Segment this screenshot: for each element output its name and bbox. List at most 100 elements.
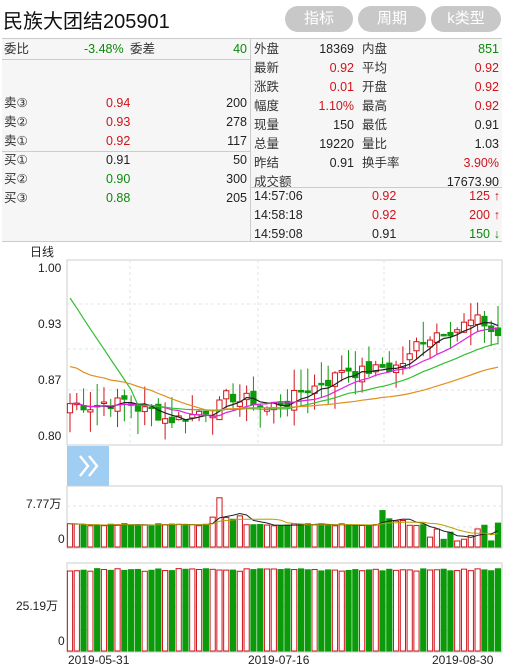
oi-bar [297, 568, 305, 652]
volume-bar [420, 524, 427, 548]
volume-bar [229, 518, 237, 548]
oi-bar [250, 569, 257, 652]
ask-label: 卖② [4, 115, 28, 129]
oi-bar [365, 569, 373, 652]
bid-row[interactable]: 买① 0.91 50 [4, 151, 248, 170]
oi-bar [257, 568, 264, 652]
volume-bar [311, 524, 318, 548]
oi-bar [488, 570, 495, 652]
volume-bar [488, 540, 495, 548]
volume-bar [182, 524, 189, 548]
stat-value: 0.92 [329, 61, 354, 75]
ask-row[interactable]: 卖① 0.92 117 [4, 132, 248, 151]
volume-bar [277, 525, 284, 548]
kline-chart[interactable]: 日线 1.00 0.93 0.87 0.80 7.77万 0 25.19万 0 … [0, 242, 505, 669]
volume-bar [291, 523, 298, 548]
oi-bar [481, 569, 488, 652]
oi-bar [73, 570, 80, 652]
candle-body [141, 406, 148, 413]
oi-bar [460, 568, 468, 652]
y-tick-label: 1.00 [38, 261, 62, 275]
oi-bar [94, 568, 101, 652]
candle-body [168, 416, 176, 424]
candles [66, 302, 502, 440]
volume-bar [243, 524, 250, 548]
ask-label: 卖③ [4, 96, 28, 110]
volume-bar [195, 525, 203, 548]
ask-row[interactable]: 卖③ 0.94 200 [4, 94, 248, 113]
oi-bar [128, 569, 135, 652]
stat-row: 昨结 0.91 换手率 3.90% [254, 154, 500, 173]
oi-bar [107, 569, 114, 652]
volume-bar [107, 523, 114, 548]
volume-bar [413, 524, 420, 548]
stat-row: 现量 150 最低 0.91 [254, 116, 500, 135]
period-label: 日线 [30, 245, 54, 259]
candle-body [100, 401, 108, 404]
candle-body [447, 332, 454, 337]
ask-volume: 278 [226, 115, 247, 129]
oi-bar [189, 568, 196, 652]
volume-bar [331, 525, 339, 548]
period-button[interactable]: 周期 [358, 6, 426, 32]
volume-bar [406, 524, 413, 548]
volume-bar [148, 525, 155, 548]
y-tick-label: 25.19万 [16, 599, 58, 613]
stat-value: 18369 [319, 42, 354, 56]
oi-bar [155, 568, 162, 652]
tick-volume: 125 [469, 189, 490, 203]
volume-bar [304, 523, 311, 548]
volume-bars [66, 497, 502, 548]
ask-price: 0.93 [106, 115, 131, 129]
stat-value: 0.91 [474, 118, 499, 132]
candle-body [338, 369, 345, 373]
ask-volume: 200 [226, 96, 247, 110]
candle-body [426, 339, 434, 348]
stat-label: 最低 [362, 118, 388, 132]
oi-bar [229, 569, 237, 652]
volume-bar [372, 524, 379, 548]
volume-bar [352, 524, 359, 548]
oi-bar [80, 569, 87, 652]
volume-bar [481, 524, 488, 548]
stat-label: 内盘 [362, 42, 388, 56]
volume-bar [426, 536, 434, 548]
oi-bar [223, 569, 230, 652]
stat-row: 涨跌 0.01 开盘 0.92 [254, 78, 500, 97]
ask-row[interactable]: 卖② 0.93 278 [4, 113, 248, 132]
volume-bar [236, 515, 243, 548]
tick-direction-icon: ↑ [493, 189, 500, 203]
volume-bar [223, 517, 230, 548]
expand-handle[interactable] [67, 446, 109, 486]
oi-bar [270, 568, 277, 652]
stat-value: 150 [333, 118, 354, 132]
price-y-ticks: 1.00 0.93 0.87 0.80 [38, 261, 62, 443]
volume-bar [80, 524, 87, 548]
oi-bar [66, 570, 74, 652]
kline-type-button[interactable]: k类型 [431, 6, 501, 32]
bid-row[interactable]: 买③ 0.88 205 [4, 189, 248, 208]
stat-label: 开盘 [362, 80, 388, 94]
candle-body [257, 405, 264, 408]
oi-bar [352, 569, 359, 652]
candle-body [223, 390, 230, 400]
volume-bar [359, 524, 366, 548]
oi-bar [284, 568, 291, 652]
candle-body [121, 395, 128, 400]
oi-bar [100, 568, 108, 652]
stat-label: 平均 [362, 61, 388, 75]
bid-row[interactable]: 买② 0.90 300 [4, 170, 248, 189]
oi-bar [202, 568, 209, 652]
volume-bar [162, 524, 169, 548]
oi-bar [243, 568, 250, 652]
x-tick-label: 2019-08-30 [432, 653, 494, 667]
y-tick-label: 0.93 [38, 317, 62, 331]
stat-label: 量比 [362, 137, 388, 151]
volume-bar [100, 525, 108, 548]
oi-bar [392, 569, 400, 652]
indicator-button[interactable]: 指标 [285, 6, 353, 32]
volume-bar [175, 523, 182, 548]
stat-value: 0.92 [474, 61, 499, 75]
y-tick-label: 7.77万 [26, 497, 61, 511]
stat-label: 幅度 [254, 99, 280, 113]
